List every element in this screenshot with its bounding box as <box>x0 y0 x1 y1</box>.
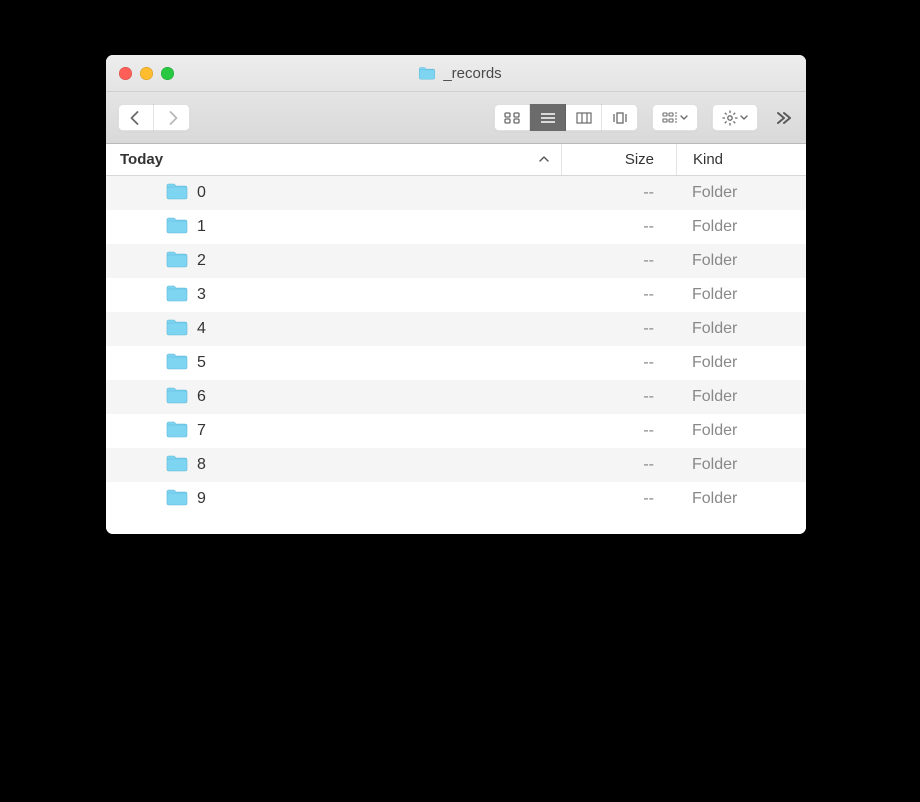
forward-button[interactable] <box>154 104 190 131</box>
row-name-label: 1 <box>197 218 206 236</box>
minimize-button[interactable] <box>140 67 153 80</box>
table-row[interactable]: 1 --Folder <box>106 210 806 244</box>
row-size-cell: -- <box>561 354 676 372</box>
close-button[interactable] <box>119 67 132 80</box>
folder-icon <box>166 318 188 341</box>
row-name-label: 2 <box>197 252 206 270</box>
toolbar <box>106 92 806 144</box>
row-name-label: 0 <box>197 184 206 202</box>
table-row[interactable]: 9 --Folder <box>106 482 806 516</box>
row-size-cell: -- <box>561 320 676 338</box>
row-name-cell: 4 <box>106 318 561 341</box>
column-header-name-label: Today <box>120 151 163 168</box>
table-row[interactable]: 5 --Folder <box>106 346 806 380</box>
row-kind-cell: Folder <box>676 354 806 372</box>
gallery-view-button[interactable] <box>602 104 638 131</box>
row-size-cell: -- <box>561 252 676 270</box>
row-name-label: 8 <box>197 456 206 474</box>
back-button[interactable] <box>118 104 154 131</box>
row-name-label: 5 <box>197 354 206 372</box>
row-kind-cell: Folder <box>676 320 806 338</box>
window-controls <box>106 67 174 80</box>
column-header-row: Today Size Kind <box>106 144 806 176</box>
row-size-cell: -- <box>561 388 676 406</box>
table-row[interactable]: 8 --Folder <box>106 448 806 482</box>
row-size-cell: -- <box>561 184 676 202</box>
folder-icon <box>166 216 188 239</box>
row-name-cell: 5 <box>106 352 561 375</box>
folder-icon <box>166 182 188 205</box>
folder-icon <box>166 284 188 307</box>
zoom-button[interactable] <box>161 67 174 80</box>
row-size-cell: -- <box>561 490 676 508</box>
group-by-button-group <box>652 104 698 131</box>
window-title-text: _records <box>443 65 501 82</box>
folder-icon <box>166 352 188 375</box>
icon-view-button[interactable] <box>494 104 530 131</box>
row-size-cell: -- <box>561 422 676 440</box>
folder-icon <box>418 66 436 80</box>
column-header-kind-label: Kind <box>693 151 723 168</box>
window-title: _records <box>174 65 746 82</box>
row-name-cell: 3 <box>106 284 561 307</box>
row-name-cell: 2 <box>106 250 561 273</box>
row-name-label: 6 <box>197 388 206 406</box>
row-name-label: 4 <box>197 320 206 338</box>
row-name-cell: 6 <box>106 386 561 409</box>
row-name-label: 3 <box>197 286 206 304</box>
row-name-cell: 1 <box>106 216 561 239</box>
nav-buttons <box>118 104 190 131</box>
list-view-button[interactable] <box>530 104 566 131</box>
action-button-group <box>712 104 758 131</box>
row-name-label: 9 <box>197 490 206 508</box>
column-header-size[interactable]: Size <box>561 144 676 175</box>
titlebar[interactable]: _records <box>106 55 806 92</box>
window-footer <box>106 516 806 534</box>
row-name-cell: 8 <box>106 454 561 477</box>
row-kind-cell: Folder <box>676 184 806 202</box>
row-size-cell: -- <box>561 456 676 474</box>
view-mode-buttons <box>494 104 638 131</box>
table-row[interactable]: 3 --Folder <box>106 278 806 312</box>
row-kind-cell: Folder <box>676 286 806 304</box>
finder-window: _records <box>106 55 806 534</box>
row-kind-cell: Folder <box>676 422 806 440</box>
file-list: 0--Folder1--Folder2--Folder3--Folder4--F… <box>106 176 806 516</box>
row-kind-cell: Folder <box>676 490 806 508</box>
action-button[interactable] <box>712 104 758 131</box>
folder-icon <box>166 488 188 511</box>
column-header-size-label: Size <box>625 151 654 168</box>
row-size-cell: -- <box>561 218 676 236</box>
table-row[interactable]: 4 --Folder <box>106 312 806 346</box>
column-view-button[interactable] <box>566 104 602 131</box>
table-row[interactable]: 7 --Folder <box>106 414 806 448</box>
row-name-cell: 7 <box>106 420 561 443</box>
row-name-cell: 9 <box>106 488 561 511</box>
group-by-button[interactable] <box>652 104 698 131</box>
folder-icon <box>166 386 188 409</box>
row-kind-cell: Folder <box>676 218 806 236</box>
row-kind-cell: Folder <box>676 388 806 406</box>
row-name-cell: 0 <box>106 182 561 205</box>
column-header-kind[interactable]: Kind <box>676 144 806 175</box>
table-row[interactable]: 6 --Folder <box>106 380 806 414</box>
toolbar-overflow-button[interactable] <box>772 111 794 125</box>
column-header-name[interactable]: Today <box>106 151 561 168</box>
row-kind-cell: Folder <box>676 252 806 270</box>
table-row[interactable]: 0 --Folder <box>106 176 806 210</box>
row-kind-cell: Folder <box>676 456 806 474</box>
folder-icon <box>166 454 188 477</box>
folder-icon <box>166 420 188 443</box>
table-row[interactable]: 2 --Folder <box>106 244 806 278</box>
folder-icon <box>166 250 188 273</box>
row-name-label: 7 <box>197 422 206 440</box>
row-size-cell: -- <box>561 286 676 304</box>
sort-indicator-icon <box>539 154 549 166</box>
